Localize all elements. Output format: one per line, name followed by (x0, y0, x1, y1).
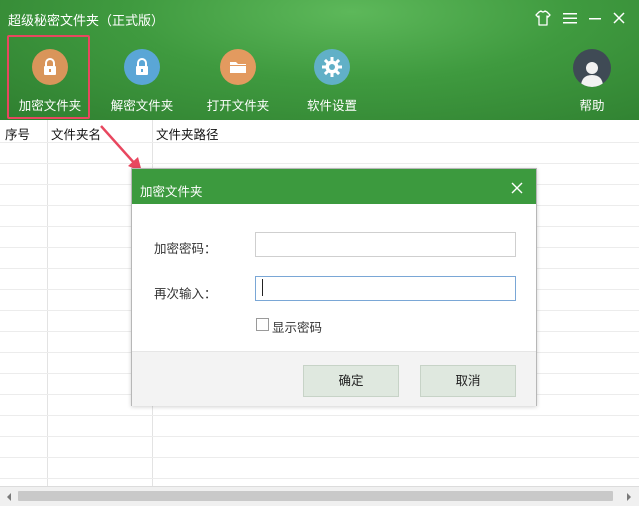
decrypt-folder-button[interactable]: 解密文件夹 (100, 33, 184, 117)
ok-button[interactable]: 确定 (303, 365, 399, 397)
encrypt-folder-dialog: 加密文件夹 加密密码： 再次输入： 显示密码 确定 取消 (131, 168, 537, 406)
app-title: 超级秘密文件夹（正式版） (8, 14, 165, 29)
menu-icon[interactable] (560, 8, 580, 28)
software-settings-button[interactable]: 软件设置 (290, 33, 374, 117)
skin-icon[interactable] (533, 8, 553, 28)
dialog-header: 加密文件夹 (132, 169, 536, 204)
minimize-icon[interactable] (585, 8, 605, 28)
show-password-label[interactable]: 显示密码 (272, 317, 322, 336)
scroll-right-icon[interactable] (624, 491, 634, 501)
gear-icon (314, 49, 350, 85)
confirm-password-input[interactable] (255, 276, 516, 301)
table-row (0, 478, 639, 479)
scroll-left-icon[interactable] (4, 491, 14, 501)
help-label: 帮助 (579, 98, 605, 113)
show-password-checkbox[interactable] (256, 318, 269, 331)
table-row (0, 436, 639, 437)
table-header: 序号 文件夹名 文件夹路径 (0, 120, 639, 143)
cancel-button[interactable]: 取消 (420, 365, 516, 397)
dialog-close-icon[interactable] (510, 181, 524, 195)
scrollbar-thumb[interactable] (18, 491, 613, 501)
decrypt-folder-label: 解密文件夹 (110, 98, 174, 113)
table-row (0, 457, 639, 458)
text-caret (262, 279, 263, 296)
highlight-frame (7, 35, 90, 119)
open-folder-button[interactable]: 打开文件夹 (196, 33, 280, 117)
confirm-password-label: 再次输入： (154, 286, 217, 301)
open-folder-label: 打开文件夹 (206, 98, 270, 113)
software-settings-label: 软件设置 (306, 98, 357, 113)
password-label: 加密密码： (154, 241, 217, 256)
user-avatar-icon (573, 49, 611, 87)
table-row (0, 142, 639, 143)
folder-icon (220, 49, 256, 85)
column-divider (47, 120, 48, 486)
horizontal-scrollbar[interactable] (0, 486, 639, 506)
table-row (0, 415, 639, 416)
help-button[interactable]: 帮助 (560, 33, 624, 117)
password-input[interactable] (255, 232, 516, 257)
unlock-icon (124, 49, 160, 85)
table-row (0, 163, 639, 164)
close-icon[interactable] (609, 8, 629, 28)
column-header-index[interactable]: 序号 (5, 124, 30, 143)
column-header-path[interactable]: 文件夹路径 (156, 124, 219, 143)
title-bar-toolbar: 超级秘密文件夹（正式版） 加密文件夹 解密文件夹 打开文件夹 软件设置 帮助 (0, 0, 639, 120)
dialog-title: 加密文件夹 (140, 184, 203, 199)
column-header-name[interactable]: 文件夹名 (51, 124, 101, 143)
